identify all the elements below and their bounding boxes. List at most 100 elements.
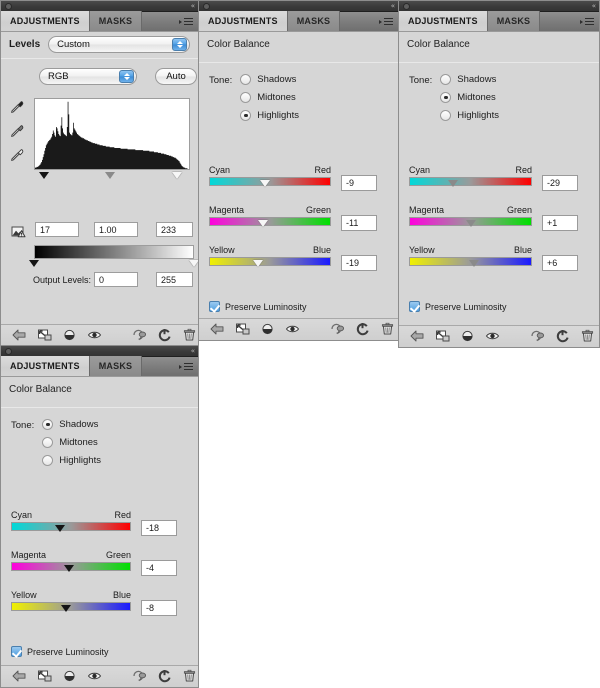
toggle-layer-visibility-button[interactable] <box>84 328 106 342</box>
output-black-slider[interactable] <box>29 260 39 267</box>
clip-to-layer-button[interactable] <box>232 322 254 336</box>
tone-option-highlights[interactable]: Highlights <box>240 110 299 121</box>
collapse-panel-icon[interactable]: « <box>391 2 395 11</box>
tone-option-shadows[interactable]: Shadows <box>240 74 299 85</box>
slider-value-mg[interactable]: -4 <box>141 560 177 576</box>
slider-value-cr[interactable]: -9 <box>341 175 377 191</box>
slider-thumb-mg[interactable] <box>63 565 74 572</box>
preserve-luminosity-checkbox[interactable] <box>209 301 220 312</box>
preserve-luminosity-row[interactable]: Preserve Luminosity <box>11 646 109 657</box>
slider-value-yb[interactable]: -8 <box>141 600 177 616</box>
slider-value-yb[interactable]: -19 <box>341 255 377 271</box>
tone-option-shadows[interactable]: Shadows <box>42 419 101 430</box>
slider-thumb-cr[interactable] <box>259 180 270 187</box>
input-gamma-field[interactable]: 1.00 <box>94 222 138 237</box>
radio-highlights-icon[interactable] <box>240 110 252 121</box>
output-white-field[interactable]: 255 <box>156 272 193 287</box>
preserve-luminosity-row[interactable]: Preserve Luminosity <box>409 301 507 312</box>
channel-stepper-icon[interactable] <box>119 70 134 83</box>
slider-track-mg[interactable] <box>209 217 331 226</box>
window-dot[interactable] <box>5 3 12 10</box>
slider-thumb-yb[interactable] <box>469 260 480 267</box>
tone-option-highlights[interactable]: Highlights <box>42 455 101 466</box>
panel-menu-icon[interactable] <box>580 17 594 27</box>
output-black-field[interactable]: 0 <box>94 272 138 287</box>
panel-menu-icon[interactable] <box>379 17 393 27</box>
reset-adjustment-button[interactable] <box>154 328 176 342</box>
slider-value-cr[interactable]: -18 <box>141 520 177 536</box>
clip-to-layer-button[interactable] <box>34 328 56 342</box>
panel-menu-icon[interactable] <box>179 362 193 372</box>
slider-track-cr[interactable] <box>11 522 131 531</box>
panel-menu-icon[interactable] <box>179 17 193 27</box>
tab-masks[interactable]: MASKS <box>89 11 143 31</box>
toggle-layer-visibility-button[interactable] <box>482 329 504 343</box>
radio-highlights-icon[interactable] <box>440 110 452 121</box>
output-white-slider[interactable] <box>189 260 198 267</box>
radio-midtones-icon[interactable] <box>42 437 54 448</box>
collapse-panel-icon[interactable]: « <box>191 347 195 356</box>
return-to-previous-state-button[interactable] <box>407 329 429 343</box>
clip-to-layer-button[interactable] <box>432 329 454 343</box>
slider-thumb-mg[interactable] <box>258 220 269 227</box>
slider-thumb-yb[interactable] <box>253 260 264 267</box>
toggle-layer-visibility-button[interactable] <box>282 322 304 336</box>
set-eyedropper-gray-button[interactable] <box>10 124 26 138</box>
input-white-point-slider[interactable] <box>171 172 182 179</box>
slider-track-yb[interactable] <box>209 257 331 266</box>
collapse-panel-icon[interactable]: « <box>592 2 596 11</box>
tone-option-highlights[interactable]: Highlights <box>440 110 499 121</box>
set-eyedropper-black-button[interactable] <box>10 100 26 114</box>
tone-option-midtones[interactable]: Midtones <box>240 92 299 103</box>
view-previous-state-button[interactable] <box>257 322 279 336</box>
view-previous-state-button[interactable] <box>457 329 479 343</box>
slider-thumb-cr[interactable] <box>55 525 66 532</box>
reset-adjustment-button[interactable] <box>352 322 374 336</box>
tone-option-midtones[interactable]: Midtones <box>42 437 101 448</box>
slider-value-mg[interactable]: -11 <box>341 215 377 231</box>
slider-value-mg[interactable]: +1 <box>542 215 578 231</box>
toggle-layer-visibility-button[interactable] <box>84 669 106 683</box>
input-gamma-slider[interactable] <box>105 172 116 179</box>
preset-combo[interactable]: Custom <box>48 35 190 53</box>
tab-adjustments[interactable]: ADJUSTMENTS <box>199 11 288 31</box>
tab-adjustments[interactable]: ADJUSTMENTS <box>1 356 90 376</box>
window-dot[interactable] <box>203 3 210 10</box>
slider-thumb-mg[interactable] <box>466 220 477 227</box>
auto-button[interactable]: Auto <box>155 68 197 85</box>
radio-shadows-icon[interactable] <box>240 74 252 85</box>
mask-view-button[interactable] <box>129 328 151 342</box>
tab-masks[interactable]: MASKS <box>287 11 341 31</box>
slider-value-yb[interactable]: +6 <box>542 255 578 271</box>
tab-adjustments[interactable]: ADJUSTMENTS <box>1 11 90 31</box>
input-black-field[interactable]: 17 <box>35 222 79 237</box>
preserve-luminosity-checkbox[interactable] <box>409 301 420 312</box>
window-dot[interactable] <box>5 348 12 355</box>
radio-midtones-icon[interactable] <box>240 92 252 103</box>
slider-track-cr[interactable] <box>209 177 331 186</box>
channel-combo[interactable]: RGB <box>39 68 137 85</box>
view-previous-state-button[interactable] <box>59 669 81 683</box>
mask-view-button[interactable] <box>129 669 151 683</box>
tab-adjustments[interactable]: ADJUSTMENTS <box>399 11 488 31</box>
radio-midtones-icon[interactable] <box>440 92 452 103</box>
slider-track-yb[interactable] <box>11 602 131 611</box>
slider-value-cr[interactable]: -29 <box>542 175 578 191</box>
input-white-field[interactable]: 233 <box>156 222 193 237</box>
reset-adjustment-button[interactable] <box>154 669 176 683</box>
tone-option-shadows[interactable]: Shadows <box>440 74 499 85</box>
delete-adjustment-layer-button[interactable] <box>377 322 399 336</box>
delete-adjustment-layer-button[interactable] <box>577 329 599 343</box>
return-to-previous-state-button[interactable] <box>207 322 229 336</box>
clip-to-layer-button[interactable] <box>34 669 56 683</box>
slider-thumb-yb[interactable] <box>61 605 72 612</box>
preserve-luminosity-checkbox[interactable] <box>11 646 22 657</box>
preserve-luminosity-row[interactable]: Preserve Luminosity <box>209 301 307 312</box>
set-eyedropper-white-button[interactable] <box>10 148 26 162</box>
view-previous-state-button[interactable] <box>59 328 81 342</box>
return-to-previous-state-button[interactable] <box>9 669 31 683</box>
clipping-warning-button[interactable] <box>11 225 27 239</box>
output-gradient-bar[interactable] <box>34 245 194 259</box>
mask-view-button[interactable] <box>327 322 349 336</box>
delete-adjustment-layer-button[interactable] <box>179 669 201 683</box>
